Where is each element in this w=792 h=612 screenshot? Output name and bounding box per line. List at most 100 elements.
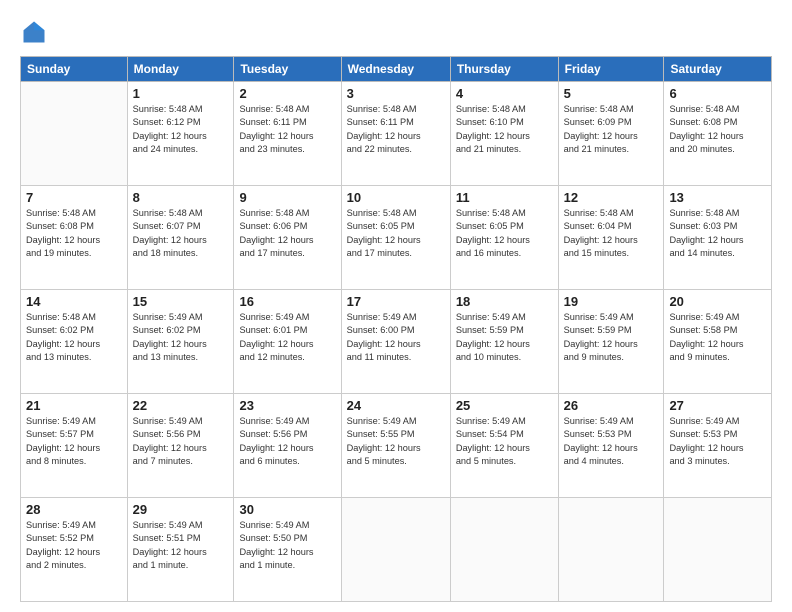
day-number: 25 <box>456 398 553 413</box>
day-info: Sunrise: 5:48 AMSunset: 6:12 PMDaylight:… <box>133 103 229 156</box>
day-cell: 27Sunrise: 5:49 AMSunset: 5:53 PMDayligh… <box>664 394 772 498</box>
day-info: Sunrise: 5:48 AMSunset: 6:10 PMDaylight:… <box>456 103 553 156</box>
header <box>20 18 772 46</box>
day-info: Sunrise: 5:48 AMSunset: 6:11 PMDaylight:… <box>347 103 445 156</box>
day-number: 18 <box>456 294 553 309</box>
day-info: Sunrise: 5:49 AMSunset: 5:59 PMDaylight:… <box>564 311 659 364</box>
day-number: 16 <box>239 294 335 309</box>
day-number: 1 <box>133 86 229 101</box>
day-cell: 2 Sunrise: 5:48 AMSunset: 6:11 PMDaylight… <box>234 82 341 186</box>
week-row-4: 21 Sunrise: 5:49 AMSunset: 5:57 PMDayligh… <box>21 394 772 498</box>
day-info: Sunrise: 5:48 AMSunset: 6:09 PMDaylight:… <box>564 103 659 156</box>
day-cell: 1 Sunrise: 5:48 AMSunset: 6:12 PMDaylight… <box>127 82 234 186</box>
day-info: Sunrise: 5:49 AMSunset: 6:02 PMDaylight:… <box>133 311 229 364</box>
day-number: 13 <box>669 190 766 205</box>
day-info: Sunrise: 5:48 AMSunset: 6:08 PMDaylight:… <box>669 103 766 156</box>
day-cell: 8Sunrise: 5:48 AMSunset: 6:07 PMDaylight… <box>127 186 234 290</box>
day-number: 27 <box>669 398 766 413</box>
day-number: 10 <box>347 190 445 205</box>
day-cell: 23 Sunrise: 5:49 AMSunset: 5:56 PMDayligh… <box>234 394 341 498</box>
day-info: Sunrise: 5:48 AMSunset: 6:07 PMDaylight:… <box>133 207 229 260</box>
col-saturday: Saturday <box>664 57 772 82</box>
day-number: 4 <box>456 86 553 101</box>
day-cell: 7 Sunrise: 5:48 AMSunset: 6:08 PMDaylight… <box>21 186 128 290</box>
day-number: 30 <box>239 502 335 517</box>
day-cell: 24Sunrise: 5:49 AMSunset: 5:55 PMDayligh… <box>341 394 450 498</box>
day-info: Sunrise: 5:49 AMSunset: 6:00 PMDaylight:… <box>347 311 445 364</box>
day-cell: 13 Sunrise: 5:48 AMSunset: 6:03 PMDayligh… <box>664 186 772 290</box>
day-cell: 29Sunrise: 5:49 AMSunset: 5:51 PMDayligh… <box>127 498 234 602</box>
day-cell <box>21 82 128 186</box>
day-cell: 26 Sunrise: 5:49 AMSunset: 5:53 PMDayligh… <box>558 394 664 498</box>
day-cell: 5 Sunrise: 5:48 AMSunset: 6:09 PMDaylight… <box>558 82 664 186</box>
day-number: 3 <box>347 86 445 101</box>
day-number: 20 <box>669 294 766 309</box>
day-cell: 20 Sunrise: 5:49 AMSunset: 5:58 PMDayligh… <box>664 290 772 394</box>
page: Sunday Monday Tuesday Wednesday Thursday… <box>0 0 792 612</box>
col-wednesday: Wednesday <box>341 57 450 82</box>
day-info: Sunrise: 5:49 AMSunset: 5:53 PMDaylight:… <box>564 415 659 468</box>
day-info: Sunrise: 5:49 AMSunset: 5:56 PMDaylight:… <box>239 415 335 468</box>
day-info: Sunrise: 5:49 AMSunset: 5:52 PMDaylight:… <box>26 519 122 572</box>
day-info: Sunrise: 5:48 AMSunset: 6:06 PMDaylight:… <box>239 207 335 260</box>
day-cell: 16 Sunrise: 5:49 AMSunset: 6:01 PMDayligh… <box>234 290 341 394</box>
day-number: 2 <box>239 86 335 101</box>
day-info: Sunrise: 5:49 AMSunset: 5:54 PMDaylight:… <box>456 415 553 468</box>
day-cell: 10 Sunrise: 5:48 AMSunset: 6:05 PMDayligh… <box>341 186 450 290</box>
day-cell: 17 Sunrise: 5:49 AMSunset: 6:00 PMDayligh… <box>341 290 450 394</box>
day-info: Sunrise: 5:48 AMSunset: 6:03 PMDaylight:… <box>669 207 766 260</box>
col-sunday: Sunday <box>21 57 128 82</box>
day-number: 21 <box>26 398 122 413</box>
day-cell: 22Sunrise: 5:49 AMSunset: 5:56 PMDayligh… <box>127 394 234 498</box>
calendar-table: Sunday Monday Tuesday Wednesday Thursday… <box>20 56 772 602</box>
day-info: Sunrise: 5:48 AMSunset: 6:05 PMDaylight:… <box>347 207 445 260</box>
day-info: Sunrise: 5:49 AMSunset: 5:51 PMDaylight:… <box>133 519 229 572</box>
day-cell: 28Sunrise: 5:49 AMSunset: 5:52 PMDayligh… <box>21 498 128 602</box>
day-info: Sunrise: 5:48 AMSunset: 6:05 PMDaylight:… <box>456 207 553 260</box>
day-cell <box>450 498 558 602</box>
col-tuesday: Tuesday <box>234 57 341 82</box>
day-cell: 14Sunrise: 5:48 AMSunset: 6:02 PMDayligh… <box>21 290 128 394</box>
day-cell: 9Sunrise: 5:48 AMSunset: 6:06 PMDaylight… <box>234 186 341 290</box>
day-info: Sunrise: 5:49 AMSunset: 5:59 PMDaylight:… <box>456 311 553 364</box>
day-number: 23 <box>239 398 335 413</box>
week-row-2: 7 Sunrise: 5:48 AMSunset: 6:08 PMDaylight… <box>21 186 772 290</box>
day-info: Sunrise: 5:48 AMSunset: 6:11 PMDaylight:… <box>239 103 335 156</box>
day-cell: 18 Sunrise: 5:49 AMSunset: 5:59 PMDayligh… <box>450 290 558 394</box>
day-cell: 6 Sunrise: 5:48 AMSunset: 6:08 PMDaylight… <box>664 82 772 186</box>
day-number: 26 <box>564 398 659 413</box>
week-row-3: 14Sunrise: 5:48 AMSunset: 6:02 PMDayligh… <box>21 290 772 394</box>
week-row-1: 1 Sunrise: 5:48 AMSunset: 6:12 PMDaylight… <box>21 82 772 186</box>
day-cell: 15 Sunrise: 5:49 AMSunset: 6:02 PMDayligh… <box>127 290 234 394</box>
day-info: Sunrise: 5:49 AMSunset: 5:56 PMDaylight:… <box>133 415 229 468</box>
day-info: Sunrise: 5:49 AMSunset: 5:50 PMDaylight:… <box>239 519 335 572</box>
day-info: Sunrise: 5:49 AMSunset: 5:57 PMDaylight:… <box>26 415 122 468</box>
day-cell: 11 Sunrise: 5:48 AMSunset: 6:05 PMDayligh… <box>450 186 558 290</box>
day-number: 19 <box>564 294 659 309</box>
day-info: Sunrise: 5:49 AMSunset: 5:58 PMDaylight:… <box>669 311 766 364</box>
day-number: 17 <box>347 294 445 309</box>
day-info: Sunrise: 5:48 AMSunset: 6:08 PMDaylight:… <box>26 207 122 260</box>
day-number: 24 <box>347 398 445 413</box>
day-info: Sunrise: 5:48 AMSunset: 6:04 PMDaylight:… <box>564 207 659 260</box>
day-cell: 4 Sunrise: 5:48 AMSunset: 6:10 PMDaylight… <box>450 82 558 186</box>
day-number: 7 <box>26 190 122 205</box>
day-cell: 19 Sunrise: 5:49 AMSunset: 5:59 PMDayligh… <box>558 290 664 394</box>
header-row: Sunday Monday Tuesday Wednesday Thursday… <box>21 57 772 82</box>
day-number: 11 <box>456 190 553 205</box>
day-number: 5 <box>564 86 659 101</box>
day-cell: 30 Sunrise: 5:49 AMSunset: 5:50 PMDayligh… <box>234 498 341 602</box>
week-row-5: 28Sunrise: 5:49 AMSunset: 5:52 PMDayligh… <box>21 498 772 602</box>
day-cell: 12 Sunrise: 5:48 AMSunset: 6:04 PMDayligh… <box>558 186 664 290</box>
day-number: 12 <box>564 190 659 205</box>
day-info: Sunrise: 5:49 AMSunset: 6:01 PMDaylight:… <box>239 311 335 364</box>
col-thursday: Thursday <box>450 57 558 82</box>
logo <box>20 18 52 46</box>
day-number: 6 <box>669 86 766 101</box>
day-info: Sunrise: 5:48 AMSunset: 6:02 PMDaylight:… <box>26 311 122 364</box>
day-cell <box>558 498 664 602</box>
day-cell <box>664 498 772 602</box>
logo-icon <box>20 18 48 46</box>
col-monday: Monday <box>127 57 234 82</box>
day-number: 15 <box>133 294 229 309</box>
